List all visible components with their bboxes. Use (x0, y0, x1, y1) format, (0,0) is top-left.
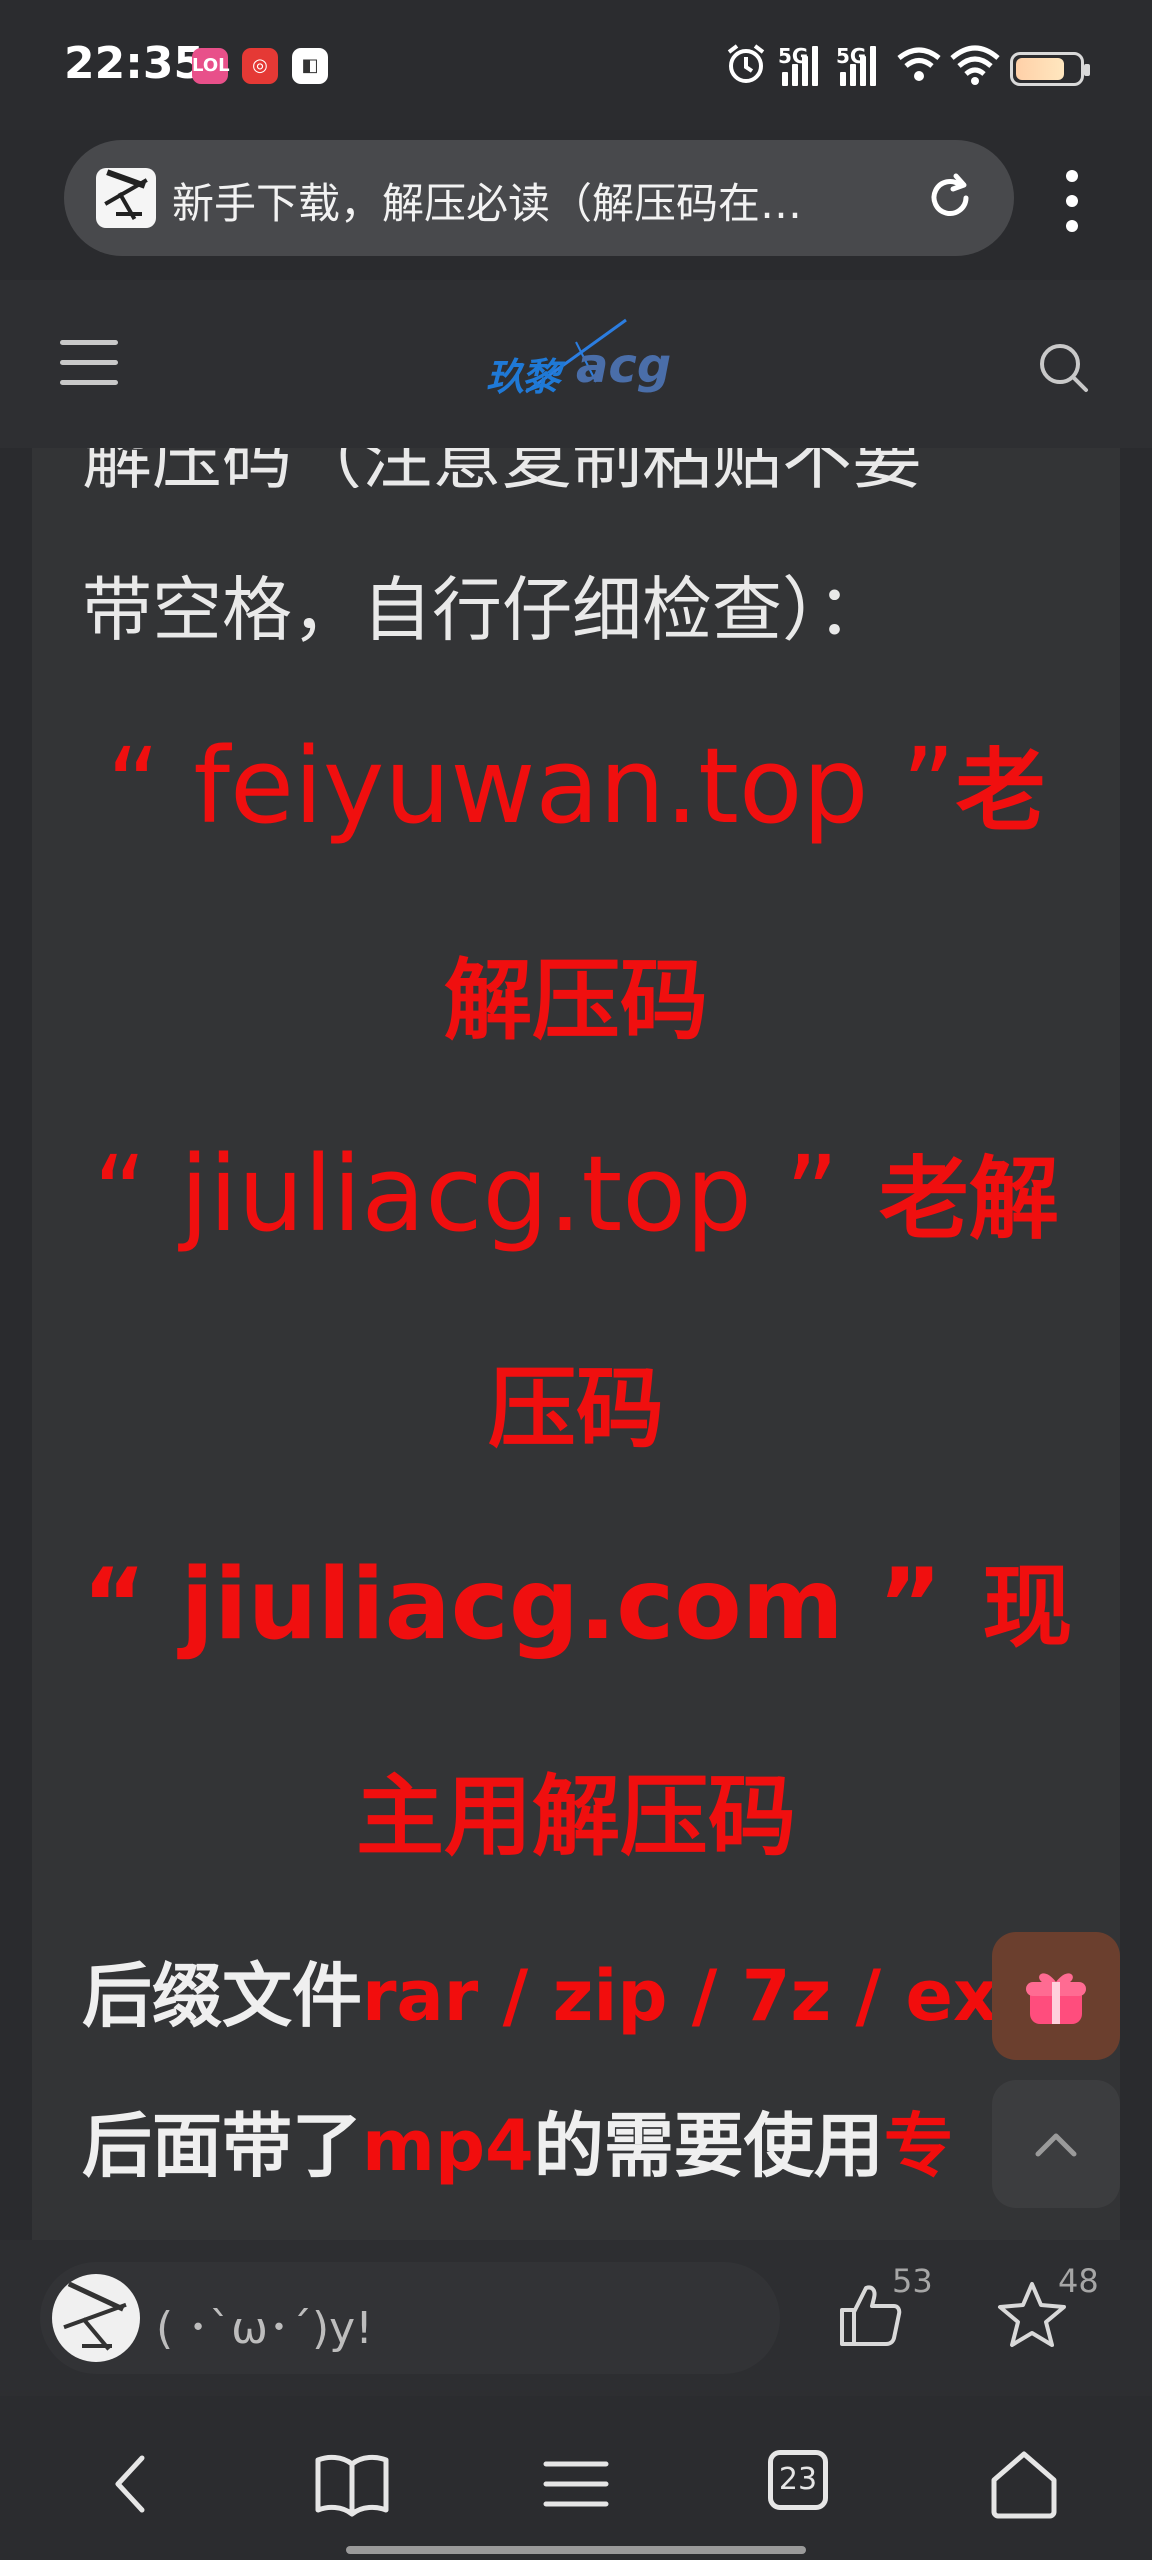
site-favicon (96, 168, 156, 228)
mp4-tail: 专 (883, 2105, 954, 2187)
netease-music-app-icon: ◎ (242, 48, 278, 84)
password-jiuliacg-com: “ jiuliacg.com ” (82, 1548, 943, 1662)
status-bar: 22:35 LOL ◎ ◧ 5G 5G (0, 0, 1152, 130)
tabs-button[interactable]: 23 (768, 2450, 828, 2510)
home-indicator[interactable] (346, 2546, 806, 2554)
suffix-line: 后缀文件rar / zip / 7z / exe (82, 1940, 1022, 2041)
password-label-old: 老 (955, 739, 1046, 844)
favorite-count: 48 (1058, 2262, 1099, 2300)
address-bar[interactable]: 新手下载，解压必读（解压码在… (64, 140, 1014, 256)
password-label-old-2: 老解 (878, 1147, 1059, 1252)
gift-icon (1026, 1973, 1086, 2024)
alarm-icon (727, 44, 765, 83)
mp4-suffix: 的需要使用 (533, 2105, 884, 2187)
back-icon[interactable] (92, 2444, 172, 2524)
avatar[interactable] (52, 2274, 140, 2362)
signal-1-icon (782, 44, 826, 86)
battery-icon (1010, 52, 1090, 86)
password-line-1: “ feiyuwan.top ”老 (82, 718, 1070, 848)
password-feiyuwan: “ feiyuwan.top ” (106, 725, 956, 847)
article-text-line-2: 带空格，自行仔细检查）： (82, 569, 887, 651)
password-label-line-1: 解压码 (443, 949, 708, 1052)
password-line-3: “ jiuliacg.com ” 现 (82, 1534, 1073, 1664)
reload-icon[interactable] (920, 168, 980, 228)
back-to-top-button[interactable] (992, 2080, 1120, 2208)
more-menu-icon[interactable] (1050, 166, 1094, 236)
wifi-calling-icon (897, 47, 941, 81)
like-count: 53 (892, 2262, 933, 2300)
comment-placeholder[interactable]: ( ･`ω･´)y! (156, 2292, 373, 2356)
mp4-word: mp4 (362, 2105, 534, 2187)
comment-input[interactable] (40, 2262, 780, 2374)
password-jiuliacg-top: “ jiuliacg.top ” (93, 1133, 839, 1255)
page-title[interactable]: 新手下载，解压必读（解压码在… (172, 170, 942, 231)
status-time: 22:35 (64, 38, 205, 89)
mp4-prefix: 后面带了 (82, 2105, 362, 2187)
gift-button[interactable] (992, 1932, 1120, 2060)
suffix-types: rar / zip / 7z / exe (362, 1955, 1022, 2037)
menu-icon[interactable] (536, 2444, 616, 2524)
password-label-line-2: 压码 (487, 1357, 664, 1460)
site-logo[interactable]: 玖黎 acg (486, 312, 671, 402)
home-icon[interactable] (984, 2444, 1064, 2524)
password-label-current: 现 (982, 1555, 1073, 1660)
signal-2-icon (840, 44, 884, 86)
chevron-up-icon (1035, 2133, 1077, 2157)
lofter-app-icon: LOL (192, 48, 230, 84)
mp4-line: 后面带了mp4的需要使用专 (82, 2090, 1022, 2191)
password-line-2: “ jiuliacg.top ” 老解 (82, 1126, 1070, 1256)
article-clip: 解压码（注意复制粘贴不要 (32, 448, 1120, 488)
search-icon[interactable] (1036, 340, 1090, 394)
wifi-icon (950, 45, 1000, 85)
hub-app-icon: ◧ (292, 48, 328, 84)
bookmarks-icon[interactable] (312, 2444, 392, 2524)
password-label-line-3: 主用解压码 (355, 1765, 796, 1868)
suffix-prefix: 后缀文件 (82, 1955, 362, 2037)
logo-text-cn: 玖黎 (486, 355, 560, 399)
site-menu-icon[interactable] (60, 340, 120, 390)
article-text-line-1: 解压码（注意复制粘贴不要 (82, 448, 922, 488)
logo-text-en: acg (576, 338, 672, 394)
